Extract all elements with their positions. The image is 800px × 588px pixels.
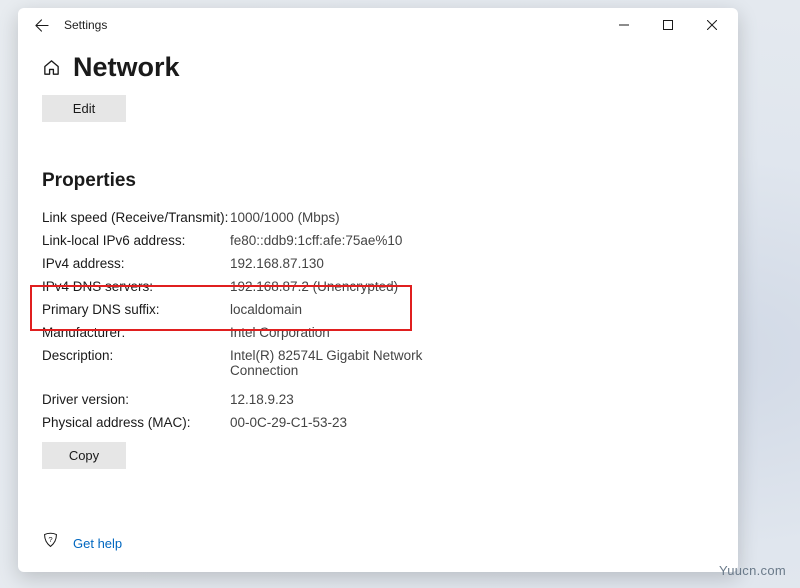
property-label: Driver version: <box>42 392 230 407</box>
property-row: IPv4 address: 192.168.87.130 <box>42 252 714 275</box>
page-title: Network <box>73 52 180 83</box>
close-button[interactable] <box>690 10 734 40</box>
edit-button[interactable]: Edit <box>42 95 126 122</box>
property-row: Driver version: 12.18.9.23 <box>42 388 714 411</box>
property-row: IPv4 DNS servers: 192.168.87.2 (Unencryp… <box>42 275 714 298</box>
svg-text:?: ? <box>48 535 52 544</box>
property-row: Link speed (Receive/Transmit): 1000/1000… <box>42 206 714 229</box>
property-label: IPv4 DNS servers: <box>42 279 230 294</box>
titlebar: Settings <box>18 8 738 42</box>
property-label: Description: <box>42 348 230 378</box>
properties-table: Link speed (Receive/Transmit): 1000/1000… <box>42 206 714 434</box>
property-row: Description: Intel(R) 82574L Gigabit Net… <box>42 344 714 382</box>
properties-heading: Properties <box>42 170 714 192</box>
watermark: Yuucn.com <box>719 563 786 578</box>
property-label: Primary DNS suffix: <box>42 302 230 317</box>
page-header: Network <box>42 52 714 83</box>
property-value: Intel Corporation <box>230 325 330 340</box>
property-value: fe80::ddb9:1cff:afe:75ae%10 <box>230 233 402 248</box>
help-icon: ? <box>42 532 59 554</box>
settings-window: Settings <box>18 8 738 572</box>
property-row: Manufacturer: Intel Corporation <box>42 321 714 344</box>
copy-button[interactable]: Copy <box>42 442 126 469</box>
property-value: 00-0C-29-C1-53-23 <box>230 415 347 430</box>
property-label: Link speed (Receive/Transmit): <box>42 210 230 225</box>
minimize-icon <box>619 20 629 30</box>
property-label: Manufacturer: <box>42 325 230 340</box>
maximize-button[interactable] <box>646 10 690 40</box>
back-arrow-icon <box>34 18 49 33</box>
footer: ? Get help <box>42 532 122 554</box>
property-value: 192.168.87.2 (Unencrypted) <box>230 279 398 294</box>
property-value: 12.18.9.23 <box>230 392 294 407</box>
window-title: Settings <box>64 18 602 32</box>
property-row: Physical address (MAC): 00-0C-29-C1-53-2… <box>42 411 714 434</box>
property-label: Physical address (MAC): <box>42 415 230 430</box>
maximize-icon <box>663 20 673 30</box>
property-row: Primary DNS suffix: localdomain <box>42 298 714 321</box>
window-controls <box>602 10 734 40</box>
back-button[interactable] <box>24 8 58 42</box>
close-icon <box>707 20 717 30</box>
home-icon <box>42 58 61 77</box>
property-value: 192.168.87.130 <box>230 256 324 271</box>
get-help-link[interactable]: Get help <box>73 536 122 551</box>
property-value: Intel(R) 82574L Gigabit Network Connecti… <box>230 348 430 378</box>
minimize-button[interactable] <box>602 10 646 40</box>
property-label: Link-local IPv6 address: <box>42 233 230 248</box>
property-value: 1000/1000 (Mbps) <box>230 210 340 225</box>
content-area: Network Edit Properties Link speed (Rece… <box>18 42 738 572</box>
property-row: Link-local IPv6 address: fe80::ddb9:1cff… <box>42 229 714 252</box>
property-value: localdomain <box>230 302 302 317</box>
property-label: IPv4 address: <box>42 256 230 271</box>
